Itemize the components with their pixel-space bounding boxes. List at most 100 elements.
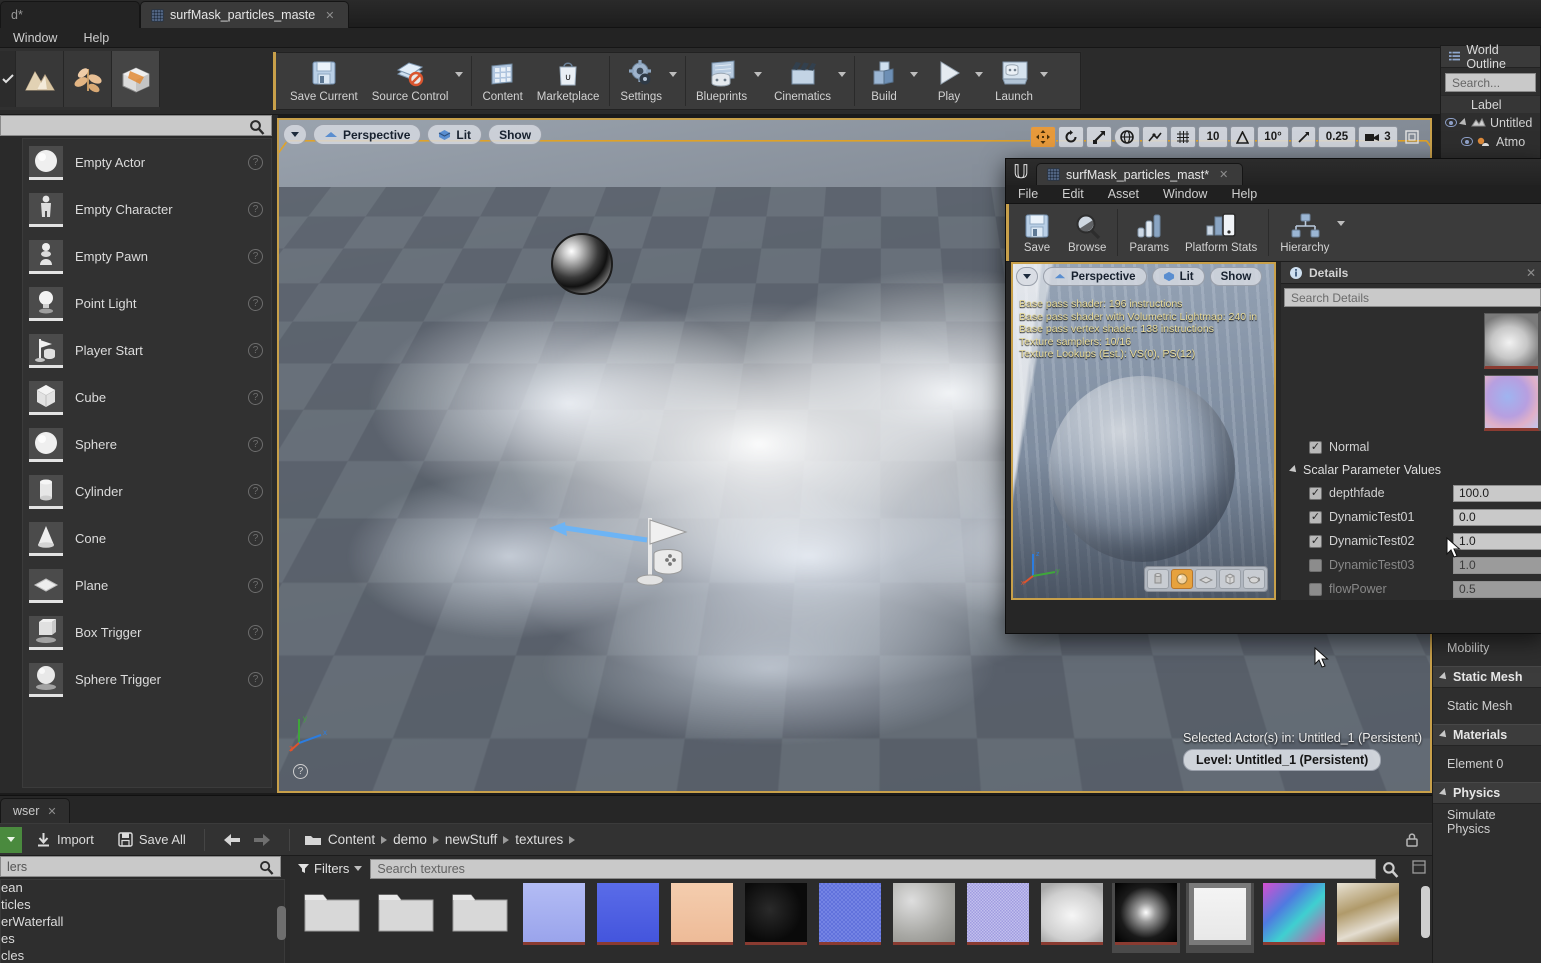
parameter-value[interactable]: 0.0 [1453, 508, 1541, 526]
add-new-button[interactable] [0, 826, 22, 853]
details-category[interactable]: Static Mesh [1433, 666, 1541, 688]
mode-geometry-editing-icon[interactable] [112, 51, 160, 107]
texture-tile-rust-marble[interactable] [1334, 883, 1402, 953]
translate-mode-icon[interactable] [1030, 126, 1056, 148]
place-actor-item[interactable]: Empty Actor? [23, 139, 271, 186]
help-icon[interactable]: ? [248, 202, 263, 217]
view-options-icon[interactable] [1412, 860, 1426, 877]
material-save-button[interactable]: Save [1014, 204, 1060, 261]
source-control-button[interactable]: Source Control [365, 52, 456, 110]
breadcrumb[interactable]: Content demo newStuff textures [326, 832, 576, 847]
material-hierarchy-button[interactable]: Hierarchy [1272, 204, 1337, 261]
preview-perspective-button[interactable]: Perspective [1043, 267, 1147, 286]
play-button[interactable]: Play [923, 52, 975, 110]
help-icon[interactable]: ? [248, 155, 263, 170]
texture-tile-lavender[interactable] [520, 883, 588, 953]
material-preview-viewport[interactable]: Perspective Lit Show Base pass shader: 1… [1011, 262, 1276, 600]
parameter-checkbox[interactable]: ✓ [1309, 510, 1322, 524]
content-button[interactable]: Content [475, 52, 529, 110]
world-space-icon[interactable] [1114, 126, 1140, 148]
close-icon[interactable]: ✕ [47, 805, 56, 818]
help-icon[interactable]: ? [248, 672, 263, 687]
preview-options-dropdown[interactable] [1016, 267, 1038, 286]
details-category[interactable]: Materials [1433, 724, 1541, 746]
settings-dropdown[interactable] [668, 52, 682, 110]
breadcrumb-item[interactable]: Content [326, 832, 377, 847]
preview-shape-selector[interactable] [1144, 566, 1268, 592]
place-actor-item[interactable]: Player Start? [23, 327, 271, 374]
menu-item-file[interactable]: File [1006, 187, 1050, 201]
texture-tile-blue[interactable] [594, 883, 662, 953]
launch-button[interactable]: Launch [988, 52, 1040, 110]
forward-arrow-icon[interactable] [253, 833, 271, 847]
parameter-row[interactable]: ✓ DynamicTest02 1.0 [1281, 529, 1541, 553]
details-property-row[interactable]: Simulate Physics [1433, 804, 1541, 840]
breadcrumb-arrow-icon[interactable] [432, 835, 439, 844]
texture-tile-iridescent[interactable] [1260, 883, 1328, 953]
launch-dropdown[interactable] [1040, 52, 1053, 110]
menu-item-window[interactable]: Window [0, 28, 70, 48]
actor-details-panel[interactable]: Mobility Static Mesh Static Mesh Materials E… [1432, 630, 1541, 963]
parameter-checkbox[interactable] [1309, 582, 1322, 596]
texture-tile-smoke-white[interactable] [1038, 883, 1106, 953]
lock-icon[interactable] [1404, 832, 1420, 851]
scale-mode-icon[interactable] [1086, 126, 1112, 148]
asset-grid-scrollbar[interactable] [1421, 886, 1430, 938]
viewport-show-button[interactable]: Show [488, 124, 543, 145]
cube-preview-icon[interactable] [1219, 569, 1241, 589]
folder-tree-scrollbar[interactable] [277, 906, 286, 940]
details-property-row[interactable]: Mobility [1433, 630, 1541, 666]
material-details-search-input[interactable]: Search Details [1284, 288, 1541, 307]
import-button[interactable]: Import [26, 827, 104, 853]
place-actors-list[interactable]: Empty Actor? Empty Character? Empty Pawn? P… [22, 138, 272, 788]
parameter-row[interactable]: ✓ depthfade 100.0 [1281, 481, 1541, 505]
texture-tile-blue-normal[interactable] [816, 883, 884, 953]
place-actor-item[interactable]: Box Trigger? [23, 609, 271, 656]
parameter-value[interactable]: 100.0 [1453, 484, 1541, 502]
help-icon[interactable]: ? [248, 343, 263, 358]
folder-tree-item[interactable]: es [1, 931, 284, 948]
material-details-tab[interactable]: Details ✕ [1281, 262, 1541, 284]
details-property-row[interactable]: Static Mesh [1433, 688, 1541, 724]
help-icon[interactable]: ? [248, 578, 263, 593]
world-outliner-label-column[interactable]: Label [1441, 95, 1540, 113]
menu-item-window[interactable]: Window [1151, 187, 1219, 201]
camera-speed-control[interactable]: 3 [1358, 126, 1398, 148]
close-icon[interactable]: ✕ [1526, 266, 1536, 280]
place-actor-item[interactable]: Sphere Trigger? [23, 656, 271, 703]
menu-item-asset[interactable]: Asset [1096, 187, 1151, 201]
viewport-help-icon[interactable]: ? [293, 764, 308, 779]
viewport-options-dropdown[interactable] [283, 124, 307, 145]
parameter-row[interactable]: ✓ Normal [1281, 435, 1541, 459]
visibility-eye-icon[interactable] [1461, 137, 1473, 146]
chrome-sphere-actor[interactable] [551, 233, 613, 295]
details-property-row[interactable]: Element 0 [1433, 746, 1541, 782]
folder-tree-list[interactable]: ean ticles erWaterfall es cles [0, 879, 285, 963]
texture-thumb-smoke[interactable] [1484, 313, 1540, 369]
help-icon[interactable]: ? [248, 437, 263, 452]
material-params-button[interactable]: Params [1121, 204, 1177, 261]
parameter-value[interactable]: 0.5 [1453, 580, 1541, 598]
search-icon[interactable] [1382, 861, 1399, 881]
texture-tile-grey-grunge[interactable] [890, 883, 958, 953]
save-all-button[interactable]: Save All [108, 827, 196, 853]
asset-tile-grid[interactable] [290, 883, 1432, 963]
place-actor-item[interactable]: Sphere? [23, 421, 271, 468]
mode-landscape-icon[interactable] [16, 51, 64, 107]
place-actor-item[interactable]: Cone? [23, 515, 271, 562]
level-indicator[interactable]: Level: Untitled_1 (Persistent) [1183, 749, 1382, 771]
help-icon[interactable]: ? [248, 531, 263, 546]
mode-select-icon[interactable] [0, 51, 16, 107]
content-browser-asset-view[interactable]: Filters Search textures [290, 856, 1432, 963]
visibility-eye-icon[interactable] [1445, 118, 1457, 127]
grid-snap-value[interactable]: 10 [1198, 126, 1228, 148]
blueprints-dropdown[interactable] [754, 52, 767, 110]
window-tab-material[interactable]: surfMask_particles_maste ✕ [140, 1, 350, 28]
material-editor-tab[interactable]: surfMask_particles_mast* ✕ [1036, 163, 1244, 185]
place-actor-item[interactable]: Empty Pawn? [23, 233, 271, 280]
folder-tree-item[interactable]: ticles [1, 897, 284, 914]
menu-item-help[interactable]: Help [1219, 187, 1269, 201]
menu-item-edit[interactable]: Edit [1050, 187, 1096, 201]
folder-tree-item[interactable]: erWaterfall [1, 914, 284, 931]
scale-snap-value[interactable]: 0.25 [1318, 126, 1356, 148]
